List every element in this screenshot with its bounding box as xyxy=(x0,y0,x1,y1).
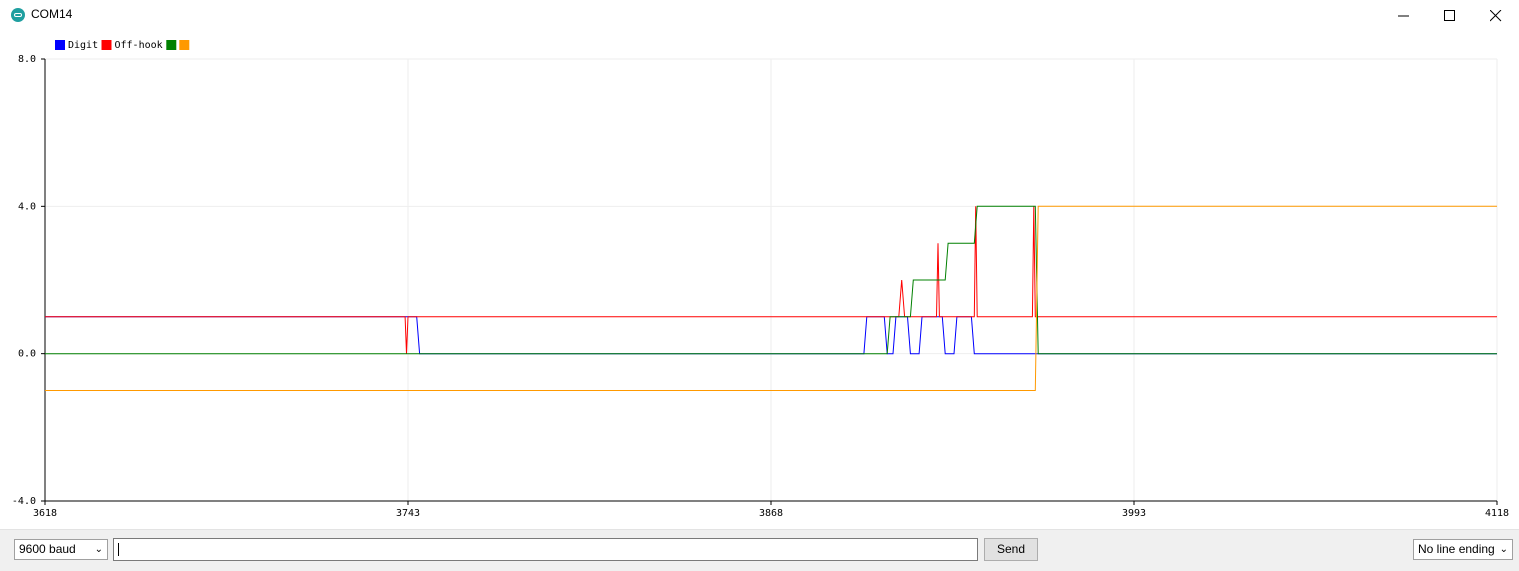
legend-swatch xyxy=(179,40,190,50)
y-tick-label: 0.0 xyxy=(18,349,36,360)
arduino-logo-icon xyxy=(11,8,25,22)
minimize-button[interactable] xyxy=(1381,0,1427,31)
chevron-down-icon: ⌄ xyxy=(1499,544,1508,555)
maximize-icon xyxy=(1444,10,1455,21)
serial-input[interactable] xyxy=(113,538,978,561)
maximize-button[interactable] xyxy=(1427,0,1473,31)
line-ending-select[interactable]: No line ending ⌄ xyxy=(1413,539,1513,560)
y-tick-label: 8.0 xyxy=(18,54,36,65)
chevron-down-icon: ⌄ xyxy=(94,544,103,555)
bottom-toolbar: 9600 baud ⌄ Send No line ending ⌄ xyxy=(0,529,1519,571)
legend-swatch xyxy=(166,40,177,50)
baud-rate-value: 9600 baud xyxy=(19,542,76,556)
minimize-icon xyxy=(1398,15,1409,17)
x-tick-label: 3993 xyxy=(1122,508,1146,519)
y-tick-label: 4.0 xyxy=(18,201,36,212)
x-tick-label: 3743 xyxy=(396,508,420,519)
legend-label: Off-hook xyxy=(115,40,163,51)
close-icon xyxy=(1490,10,1502,22)
serial-plotter: 8.0 4.0 0.0 -4.0 3618 3743 3868 3993 4118 Digit Of… xyxy=(0,31,1519,529)
y-tick-label: -4.0 xyxy=(12,496,36,507)
legend-label: Digit xyxy=(68,40,98,51)
close-button[interactable] xyxy=(1473,0,1519,31)
line-ending-value: No line ending xyxy=(1418,542,1495,556)
window-title: COM14 xyxy=(31,7,73,21)
plot-chart: 8.0 4.0 0.0 -4.03618 3743 3868 3993 4118 Digit Of… xyxy=(12,40,1509,519)
text-caret xyxy=(118,543,119,556)
x-tick-label: 3868 xyxy=(759,508,783,519)
legend-swatch xyxy=(101,40,112,50)
legend-swatch xyxy=(55,40,65,50)
x-tick-label: 3618 xyxy=(33,508,57,519)
send-button[interactable]: Send xyxy=(984,538,1038,561)
baud-rate-select[interactable]: 9600 baud ⌄ xyxy=(14,539,108,560)
x-tick-label: 4118 xyxy=(1485,508,1509,519)
title-bar: COM14 xyxy=(0,0,1519,31)
